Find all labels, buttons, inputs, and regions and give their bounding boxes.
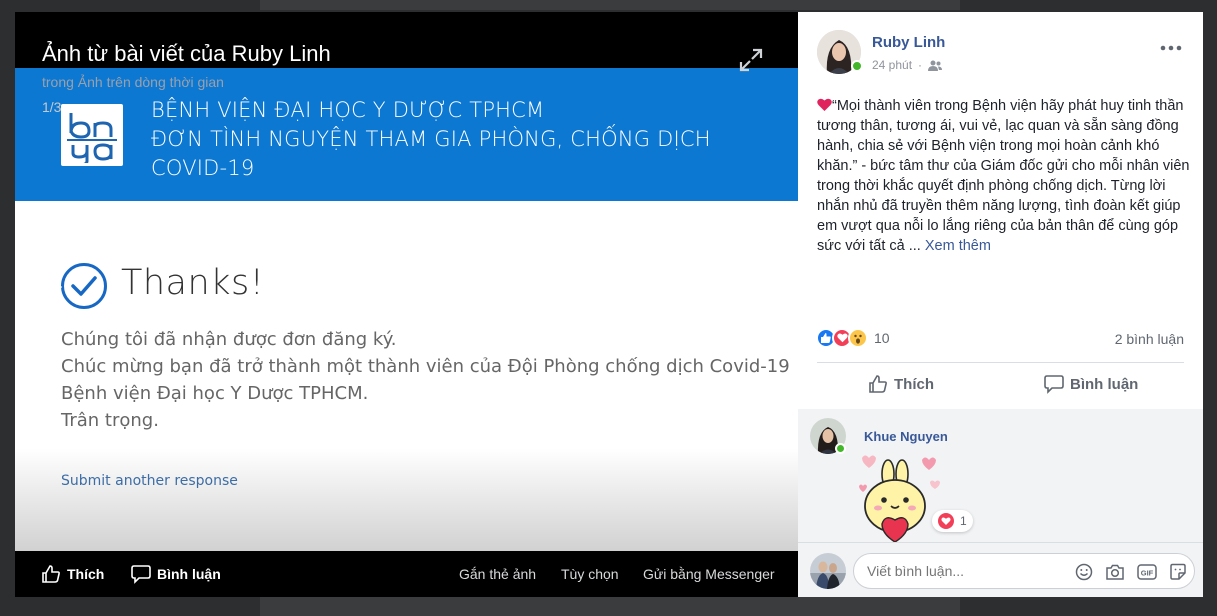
confirmation-line3: Bệnh viện Đại học Y Dược TPHCM. bbox=[61, 383, 369, 404]
gif-icon[interactable]: GIF bbox=[1137, 563, 1157, 581]
comment-label: Bình luận bbox=[1070, 375, 1139, 393]
wow-reaction-icon bbox=[848, 328, 868, 348]
svg-text:GIF: GIF bbox=[1141, 569, 1154, 578]
more-options-icon[interactable] bbox=[1160, 39, 1182, 51]
options-button[interactable]: Tùy chọn bbox=[561, 566, 619, 582]
form-banner-line2: ĐƠN TÌNH NGUYỆN THAM GIA PHÒNG, CHỐNG DỊ… bbox=[151, 127, 711, 180]
photo-counter: 1/3 bbox=[42, 99, 62, 115]
composer-icons: GIF bbox=[1075, 563, 1187, 581]
confirmation-line2: Chúc mừng bạn đã trở thành một thành viê… bbox=[61, 356, 790, 377]
comment-bubble-icon bbox=[131, 565, 151, 584]
post-text: “Mọi thành viên trong Bệnh viện hãy phát… bbox=[817, 98, 1190, 254]
commenter-online-dot bbox=[835, 443, 846, 454]
current-user-avatar[interactable] bbox=[810, 553, 846, 589]
backdrop-feed-bottom bbox=[260, 596, 960, 616]
comment-button[interactable]: Bình luận bbox=[1044, 374, 1138, 394]
confirmation-line1: Chúng tôi đã nhận được đơn đăng ký. bbox=[61, 329, 397, 350]
backdrop-feed-top bbox=[260, 0, 960, 10]
photo-viewer: BỆNH VIỆN ĐẠI HỌC Y DƯỢC TPHCM ĐƠN TÌNH … bbox=[15, 12, 798, 597]
camera-icon[interactable] bbox=[1105, 563, 1125, 581]
viewer-comment-label: Bình luận bbox=[157, 566, 221, 582]
form-banner-line1: BỆNH VIỆN ĐẠI HỌC Y DƯỢC TPHCM bbox=[151, 98, 545, 122]
tag-photo-button[interactable]: Gắn thẻ ảnh bbox=[459, 566, 536, 582]
hospital-logo bbox=[61, 104, 123, 168]
reaction-count: 10 bbox=[874, 330, 890, 346]
post-body: “Mọi thành viên trong Bệnh viện hãy phát… bbox=[817, 96, 1192, 256]
see-more-link[interactable]: Xem thêm bbox=[925, 238, 991, 254]
viewer-title: Ảnh từ bài viết của Ruby Linh bbox=[42, 41, 331, 66]
comment-reaction-count: 1 bbox=[960, 514, 967, 528]
post-timestamp[interactable]: 24 phút bbox=[872, 58, 912, 72]
divider-top bbox=[817, 362, 1184, 363]
post-panel: Ruby Linh 24 phút · “Mọi thành viên tron… bbox=[798, 12, 1203, 597]
confirmation-message: Chúng tôi đã nhận được đơn đăng ký. Chúc… bbox=[61, 326, 790, 434]
confirmation-line4: Trân trọng. bbox=[61, 410, 159, 431]
viewer-comment-button[interactable]: Bình luận bbox=[131, 564, 221, 584]
previous-photo-chevron-icon[interactable] bbox=[39, 282, 67, 332]
post-meta: 24 phút · bbox=[872, 58, 943, 72]
thumbs-up-icon bbox=[42, 565, 60, 583]
form-banner-text: BỆNH VIỆN ĐẠI HỌC Y DƯỢC TPHCM ĐƠN TÌNH … bbox=[151, 96, 771, 183]
send-messenger-button[interactable]: Gửi bằng Messenger bbox=[643, 566, 775, 582]
thumbs-up-outline-icon bbox=[869, 375, 887, 393]
hospital-logo-mark bbox=[65, 107, 119, 168]
online-status-dot bbox=[851, 60, 863, 72]
friends-audience-icon[interactable] bbox=[928, 60, 943, 71]
sticker-icon[interactable] bbox=[1169, 563, 1187, 581]
red-heart-icon bbox=[817, 98, 832, 111]
comment-reaction-badge[interactable]: 1 bbox=[932, 510, 973, 532]
viewer-album-link[interactable]: trong Ảnh trên dòng thời gian bbox=[42, 74, 224, 90]
photo-image: BỆNH VIỆN ĐẠI HỌC Y DƯỢC TPHCM ĐƠN TÌNH … bbox=[15, 68, 798, 551]
post-author-name[interactable]: Ruby Linh bbox=[872, 34, 945, 51]
comment-outline-icon bbox=[1044, 375, 1064, 394]
thanks-heading: Thanks! bbox=[121, 263, 265, 303]
commenter-name[interactable]: Khue Nguyen bbox=[864, 429, 948, 444]
comment-composer: GIF bbox=[798, 542, 1203, 597]
check-circle-icon bbox=[61, 263, 107, 309]
expand-icon[interactable] bbox=[738, 47, 764, 73]
emoji-icon[interactable] bbox=[1075, 563, 1093, 581]
comment-count-link[interactable]: 2 bình luận bbox=[1115, 331, 1184, 347]
viewer-like-button[interactable]: Thích bbox=[41, 564, 104, 584]
sep-dot: · bbox=[918, 58, 923, 72]
next-photo-chevron-icon[interactable] bbox=[743, 282, 771, 332]
like-label: Thích bbox=[894, 375, 934, 393]
viewer-action-bar: Thích Bình luận Gắn thẻ ảnh Tùy chọn Gửi… bbox=[15, 551, 798, 597]
photo-fade-overlay bbox=[15, 448, 798, 551]
submit-another-link: Submit another response bbox=[61, 473, 238, 489]
viewer-like-label: Thích bbox=[67, 566, 105, 582]
like-button[interactable]: Thích bbox=[868, 374, 934, 394]
reaction-summary[interactable]: 10 bbox=[816, 328, 890, 348]
love-reaction-small-icon bbox=[938, 513, 954, 529]
